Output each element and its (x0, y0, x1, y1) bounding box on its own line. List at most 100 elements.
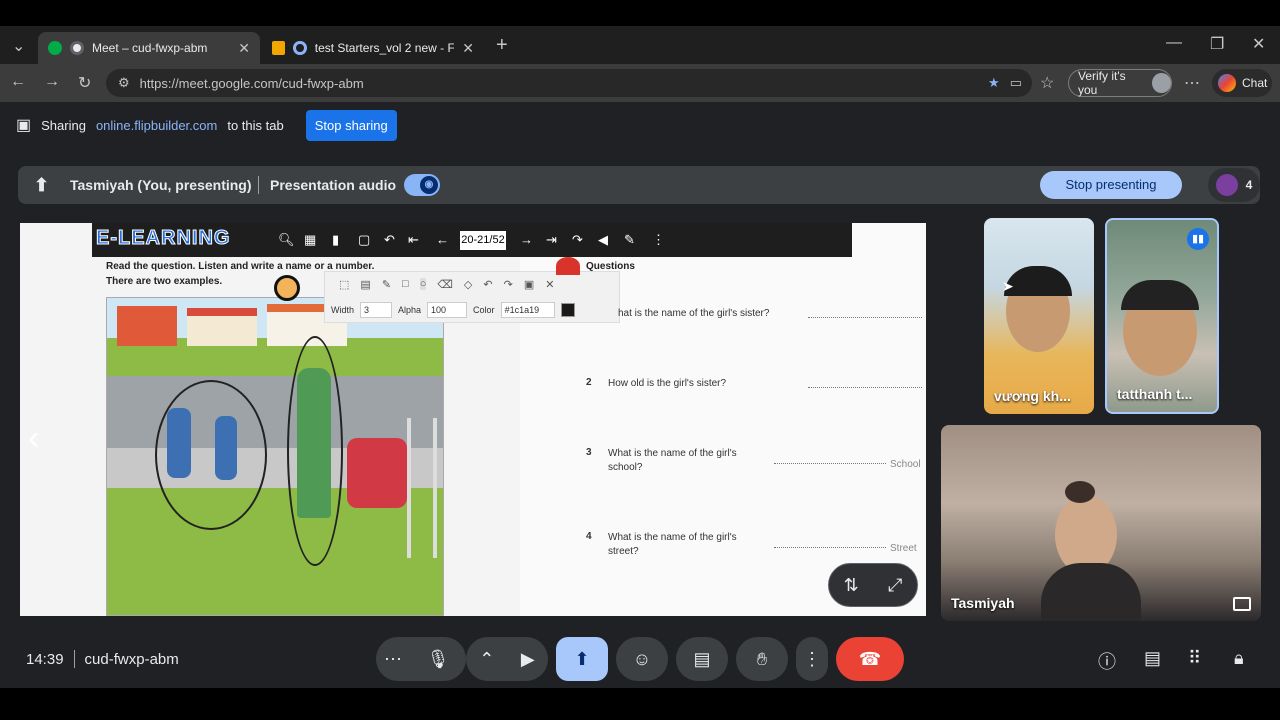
question-text: hat is the name of the girl's sister? (618, 308, 770, 319)
more-options-icon[interactable]: ⋮ (652, 232, 665, 248)
next-page-icon[interactable]: → (520, 232, 533, 247)
rectangle-tool-icon[interactable]: □ (402, 278, 409, 290)
top-letterbox (0, 0, 1280, 26)
answer-line (808, 317, 922, 318)
presentation-bar: ⬆ Tasmiyah (You, presenting) Presentatio… (18, 166, 1260, 204)
meeting-details-icon[interactable]: ⓘ (1098, 648, 1116, 674)
present-button[interactable]: ⬆ (556, 637, 608, 681)
color-input[interactable]: #1c1a19 (500, 302, 555, 318)
close-tab-icon[interactable]: ✕ (238, 40, 250, 57)
eraser-tool-icon[interactable]: ⌫ (437, 278, 453, 291)
thumbnails-icon[interactable]: ▦ (304, 232, 316, 248)
clear-tool-icon[interactable]: ◇ (464, 278, 472, 291)
fullscreen-icon[interactable]: ⤢ (888, 575, 902, 596)
alpha-input[interactable]: 100 (427, 302, 468, 318)
fit-page-icon[interactable]: ▢ (358, 232, 370, 248)
microphone-icon[interactable]: 🎙︎ (418, 639, 458, 679)
new-tab-icon[interactable]: + (496, 34, 508, 57)
last-page-icon[interactable]: ⇥ (546, 232, 557, 248)
back-icon[interactable]: ← (10, 73, 26, 91)
activities-icon[interactable]: ⠿ (1188, 648, 1201, 669)
tab-flipbook[interactable]: test Starters_vol 2 new - Flip P ✕ (262, 32, 484, 64)
chat-icon[interactable]: ▤ (1144, 648, 1161, 669)
undo-page-icon[interactable]: ↶ (384, 232, 395, 248)
tab-search-icon[interactable]: ⌄ (12, 36, 25, 56)
undo-icon[interactable]: ↶ (483, 278, 492, 291)
cursor-hand-icon (274, 275, 300, 301)
sharing-indicator-icon (293, 41, 307, 55)
speaking-indicator-icon: ▮▮ (1187, 228, 1209, 250)
sound-icon[interactable]: ◀ (598, 232, 608, 248)
questions-header: Questions (586, 261, 635, 272)
captions-button[interactable]: ▤ (676, 637, 728, 681)
zoom-icon[interactable]: 🔍︎ (278, 232, 295, 248)
picture-in-picture-icon[interactable] (1233, 597, 1251, 611)
bookmark-star-icon[interactable]: ★ (988, 75, 1000, 91)
highlight-tool-icon[interactable]: ▤ (360, 278, 370, 291)
previous-page-arrow-icon[interactable]: ‹ (28, 419, 39, 458)
sharing-label: Sharing (41, 117, 86, 133)
camera-control: ⌃ ▶ (466, 637, 548, 681)
divider (258, 176, 259, 194)
participant-avatars-icon (1215, 174, 1238, 196)
redo-icon[interactable]: ↷ (504, 278, 513, 291)
participant-tile[interactable]: Tasmiyah (941, 425, 1261, 621)
camera-icon[interactable]: ▶ (521, 649, 535, 670)
save-icon[interactable]: ▣ (524, 278, 534, 291)
close-tab-icon[interactable]: ✕ (462, 40, 474, 57)
url-text: https://meet.google.com/cud-fwxp-abm (139, 75, 364, 91)
select-tool-icon[interactable]: ⬚ (339, 278, 349, 291)
answer-hint: Street (890, 543, 917, 554)
redo-page-icon[interactable]: ↷ (572, 232, 583, 248)
answer-hint: School (890, 459, 921, 470)
page-number-input[interactable]: 20-21/52 (460, 231, 506, 250)
favorites-icon[interactable]: ☆ (1040, 73, 1054, 93)
presentation-audio-toggle[interactable]: ◉ (404, 174, 440, 196)
bookmark-icon[interactable]: ▮ (332, 232, 339, 248)
screen-share-icon: ▣ (16, 117, 32, 134)
circle-tool-icon[interactable]: ○ (419, 278, 427, 290)
chat-button[interactable]: Chat (1212, 69, 1272, 97)
participant-tile[interactable]: ▮▮ tatthanh t... (1105, 218, 1219, 414)
drawing-tools: ⬚ ▤ ✎ □ ○ ⌫ ◇ ↶ ↷ ▣ ✕ (325, 272, 621, 296)
stop-sharing-button[interactable]: Stop sharing (305, 109, 397, 141)
close-window-icon[interactable]: ✕ (1252, 34, 1265, 54)
shared-screen[interactable]: Read the question. Listen and write a na… (20, 223, 926, 616)
more-menu-icon[interactable]: ⋯ (1184, 73, 1200, 93)
girl-figure (167, 408, 191, 478)
site-info-icon[interactable]: ⚙ (118, 75, 130, 91)
color-swatch[interactable] (560, 303, 575, 317)
pen-tool-icon[interactable]: ✎ (382, 278, 391, 291)
end-call-icon: ☎ (858, 648, 882, 669)
participant-name: vương kh... (994, 388, 1071, 404)
more-options-button[interactable]: ⋮ (796, 637, 828, 681)
forward-icon[interactable]: → (44, 73, 60, 91)
annotate-icon[interactable]: ✎ (624, 232, 635, 248)
minimize-icon[interactable]: — (1166, 34, 1182, 52)
reactions-button[interactable]: ☺ (616, 637, 668, 681)
participant-tile[interactable]: ➤ vương kh... (984, 218, 1094, 414)
presentation-audio-label: Presentation audio (270, 177, 397, 193)
reload-icon[interactable]: ↻ (78, 73, 91, 93)
participants-button[interactable]: 4 (1208, 168, 1260, 202)
emoji-icon: ☺ (632, 648, 652, 669)
first-page-icon[interactable]: ⇤ (408, 232, 419, 248)
video-options-icon[interactable]: ⌃ (479, 649, 494, 670)
shared-site-link[interactable]: online.flipbuilder.com (96, 118, 217, 133)
previous-page-icon[interactable]: ← (436, 232, 449, 247)
leave-call-button[interactable]: ☎ (836, 637, 904, 681)
raise-hand-button[interactable]: ✋︎ (736, 637, 788, 681)
address-bar[interactable]: ⚙ https://meet.google.com/cud-fwxp-abm ★… (106, 69, 1032, 97)
restore-icon[interactable]: ❐ (1210, 34, 1224, 54)
swap-view-icon[interactable]: ⇅ (844, 575, 859, 596)
verify-profile-button[interactable]: Verify it's you (1068, 69, 1172, 97)
stop-presenting-button[interactable]: Stop presenting (1040, 171, 1182, 199)
host-controls-icon[interactable]: 🔒︎ (1234, 648, 1244, 669)
drawing-settings: Width 3 Alpha 100 Color #1c1a19 (325, 299, 621, 321)
audio-options-icon[interactable]: ⋯ (384, 649, 402, 670)
camera-in-use-icon[interactable]: ▭ (1010, 75, 1022, 91)
tab-meet[interactable]: Meet – cud-fwxp-abm ✕ (38, 32, 260, 64)
answer-line (774, 547, 886, 548)
width-input[interactable]: 3 (360, 302, 393, 318)
close-panel-icon[interactable]: ✕ (545, 278, 554, 291)
